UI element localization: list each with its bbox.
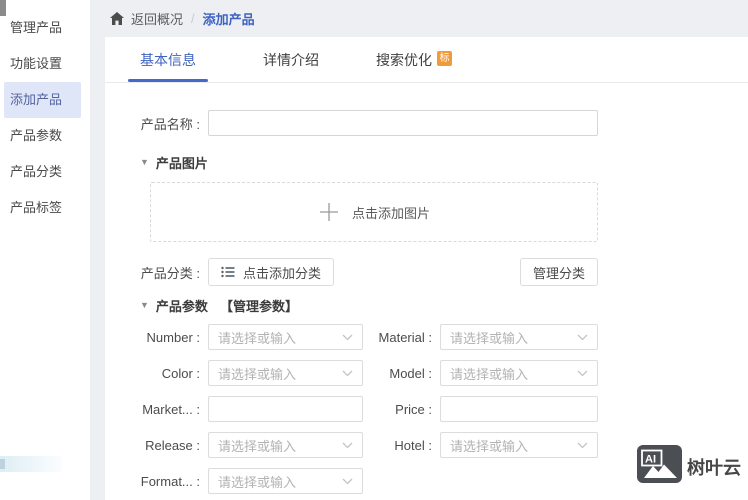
select-placeholder: 请选择或输入: [218, 366, 297, 382]
upload-hint-text: 点击添加图片: [351, 205, 430, 221]
param-label-material: Material :: [378, 329, 432, 345]
param-label-number: Number :: [146, 329, 200, 345]
param-input-price[interactable]: [440, 396, 598, 422]
product-name-label: 产品名称 :: [140, 116, 200, 132]
param-select-format[interactable]: 请选择或输入: [208, 468, 363, 494]
chevron-down-icon: [577, 334, 588, 341]
chevron-down-icon: [577, 370, 588, 377]
param-label-color: Color :: [161, 365, 200, 381]
collapse-triangle-icon: ▼: [140, 157, 149, 167]
breadcrumb-back-link[interactable]: 返回概况: [131, 9, 183, 28]
tab-detail-intro-label: 详情介绍: [263, 51, 319, 68]
sidebar-item-function-settings[interactable]: 功能设置: [0, 46, 90, 82]
sidebar-bottom-highlight: [0, 456, 62, 472]
product-name-row: 产品名称 :: [105, 110, 748, 136]
tab-seo-label: 搜索优化: [376, 51, 432, 68]
sidebar-item-product-tags[interactable]: 产品标签: [0, 190, 90, 226]
watermark-logo: AI 树叶云: [637, 445, 741, 488]
param-label-market: Market... :: [142, 401, 200, 417]
chevron-down-icon: [342, 370, 353, 377]
product-category-row: 产品分类 : 点击添加分类 管理分类: [105, 258, 598, 286]
tab-bar: 基本信息 详情介绍 搜索优化 标: [105, 37, 748, 83]
param-label-price: Price :: [395, 401, 432, 417]
chevron-down-icon: [577, 442, 588, 449]
tab-basic-info-label: 基本信息: [140, 51, 196, 68]
param-select-material[interactable]: 请选择或输入: [440, 324, 598, 350]
param-select-number[interactable]: 请选择或输入: [208, 324, 363, 350]
select-placeholder: 请选择或输入: [450, 438, 529, 454]
sidebar: 管理产品 功能设置 添加产品 产品参数 产品分类 产品标签: [0, 0, 90, 500]
param-label-hotel: Hotel :: [394, 437, 432, 453]
breadcrumb-separator: /: [191, 11, 195, 26]
product-params-section-header[interactable]: ▼ 产品参数 【管理参数】: [140, 296, 748, 315]
home-icon[interactable]: [110, 12, 124, 25]
image-upload-dropzone[interactable]: 点击添加图片: [150, 182, 598, 242]
add-category-button[interactable]: 点击添加分类: [208, 258, 335, 286]
param-label-model: Model :: [389, 365, 432, 381]
select-placeholder: 请选择或输入: [450, 330, 529, 346]
list-icon: [221, 266, 235, 278]
param-input-market[interactable]: [208, 396, 363, 422]
select-placeholder: 请选择或输入: [218, 330, 297, 346]
product-form: 产品名称 : ▼ 产品图片 点击添加图片 产品分类 : 点击添加分类 管理分类 …: [105, 83, 748, 499]
tab-seo[interactable]: 搜索优化 标: [374, 37, 454, 82]
tab-basic-info[interactable]: 基本信息: [128, 37, 208, 82]
product-params-title: 产品参数: [155, 298, 208, 314]
select-placeholder: 请选择或输入: [218, 438, 297, 454]
chevron-down-icon: [342, 334, 353, 341]
product-name-input[interactable]: [208, 110, 598, 136]
svg-text:AI: AI: [645, 454, 656, 466]
content-card: 基本信息 详情介绍 搜索优化 标 产品名称 : ▼ 产品图片 点击添加图片 产品…: [105, 37, 748, 500]
sidebar-item-product-category[interactable]: 产品分类: [0, 154, 90, 190]
param-label-release: Release :: [145, 437, 200, 453]
collapse-triangle-icon: ▼: [140, 300, 149, 310]
sidebar-item-product-params[interactable]: 产品参数: [0, 118, 90, 154]
param-select-release[interactable]: 请选择或输入: [208, 432, 363, 458]
brand-name: 树叶云: [687, 457, 741, 478]
seo-badge: 标: [437, 51, 452, 66]
chevron-down-icon: [342, 442, 353, 449]
plus-icon: [318, 201, 340, 223]
param-select-color[interactable]: 请选择或输入: [208, 360, 363, 386]
select-placeholder: 请选择或输入: [218, 474, 297, 490]
breadcrumb: 返回概况 / 添加产品: [90, 0, 748, 37]
product-category-label: 产品分类 :: [140, 265, 200, 281]
param-select-model[interactable]: 请选择或输入: [440, 360, 598, 386]
main-area: 返回概况 / 添加产品 基本信息 详情介绍 搜索优化 标 产品名称 : ▼ 产品…: [90, 0, 748, 500]
sidebar-item-manage-products[interactable]: 管理产品: [0, 10, 90, 46]
ai-image-icon: AI: [637, 445, 682, 488]
manage-category-button[interactable]: 管理分类: [519, 258, 598, 286]
add-category-label: 点击添加分类: [243, 265, 322, 281]
select-placeholder: 请选择或输入: [450, 366, 529, 382]
manage-category-label: 管理分类: [532, 265, 585, 281]
chevron-down-icon: [342, 478, 353, 485]
product-images-section-header[interactable]: ▼ 产品图片: [140, 155, 748, 171]
corner-artifact: [0, 0, 6, 16]
tab-detail-intro[interactable]: 详情介绍: [251, 37, 331, 82]
manage-params-link[interactable]: 【管理参数】: [220, 296, 298, 315]
param-label-format: Format... :: [140, 473, 200, 489]
param-select-hotel[interactable]: 请选择或输入: [440, 432, 598, 458]
product-images-title: 产品图片: [155, 155, 208, 171]
breadcrumb-current: 添加产品: [202, 12, 255, 27]
sidebar-item-add-product[interactable]: 添加产品: [4, 82, 81, 118]
